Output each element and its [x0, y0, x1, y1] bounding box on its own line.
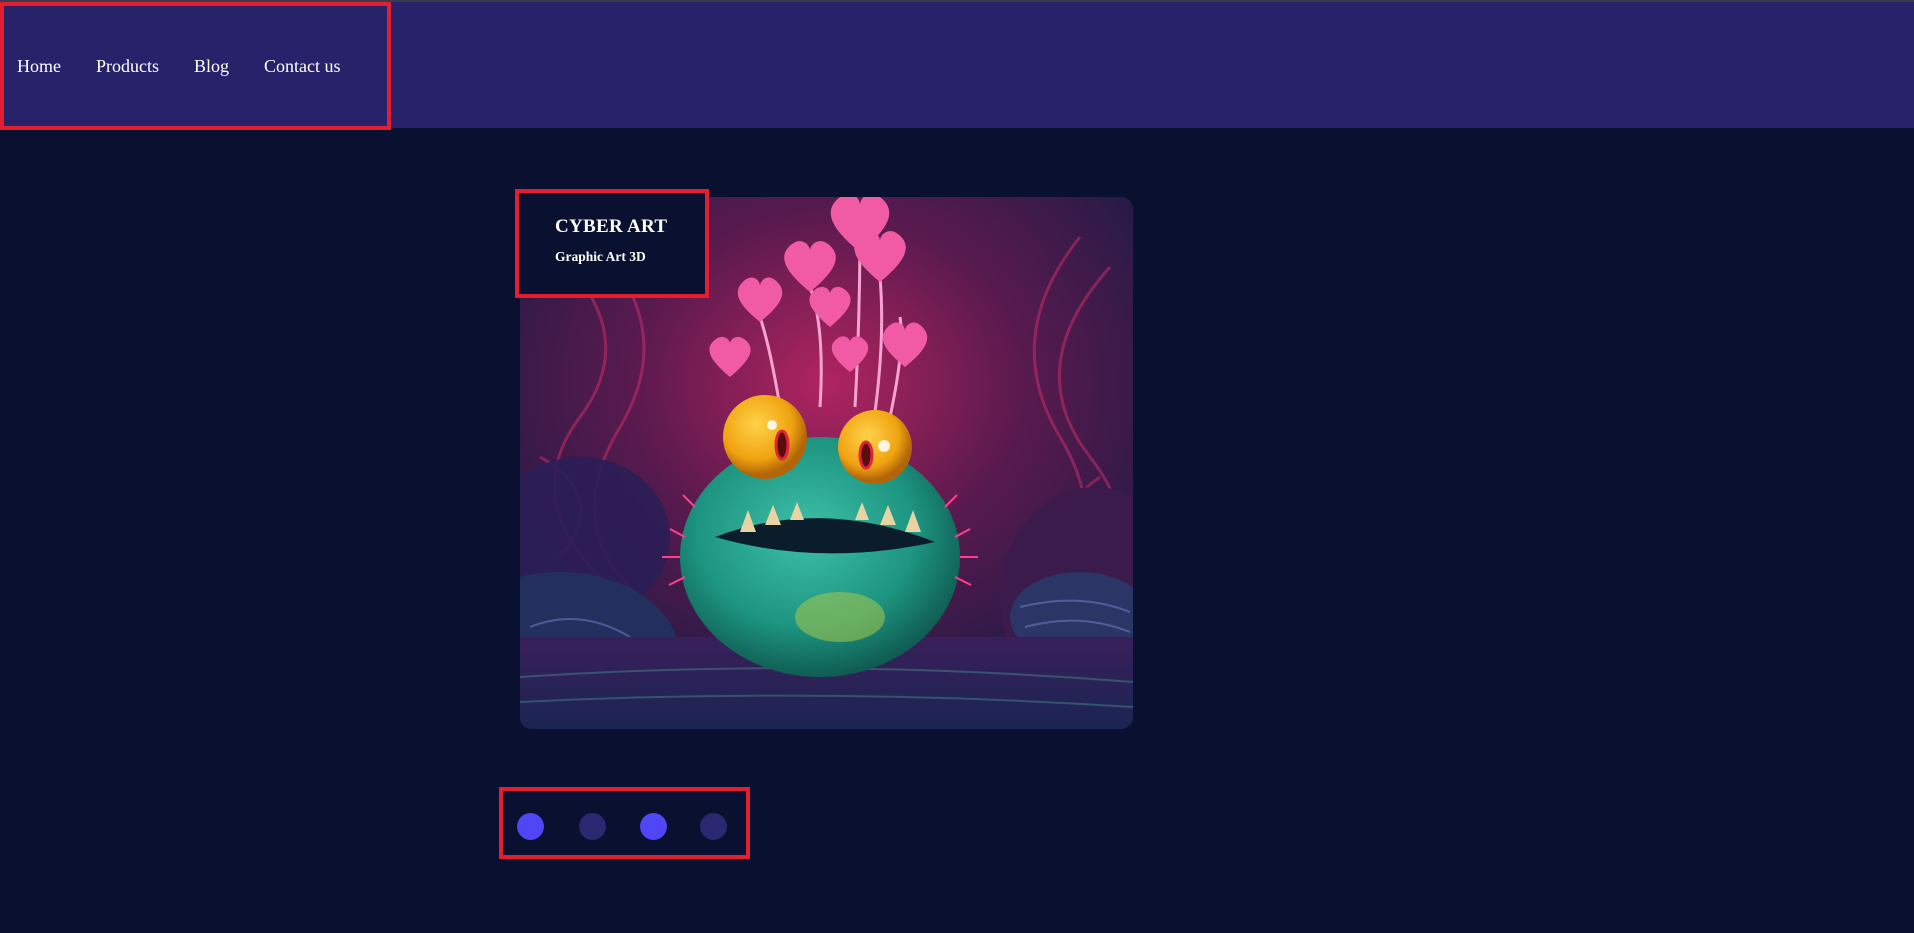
- carousel-dot-3[interactable]: [640, 813, 667, 840]
- carousel-dot-2[interactable]: [579, 813, 606, 840]
- hero-caption: CYBER ART Graphic Art 3D: [515, 189, 709, 298]
- carousel-dot-1[interactable]: [517, 813, 544, 840]
- hero-subtitle: Graphic Art 3D: [555, 249, 646, 264]
- hero-title: CYBER ART: [555, 216, 668, 237]
- carousel-pagination: [499, 787, 750, 859]
- top-navigation-bar: Home Products Blog Contact us: [0, 0, 1914, 130]
- main-nav: Home Products Blog Contact us: [0, 2, 391, 130]
- carousel-dot-4[interactable]: [700, 813, 727, 840]
- nav-link-contact-us[interactable]: Contact us: [264, 56, 341, 77]
- nav-link-blog[interactable]: Blog: [194, 56, 229, 77]
- nav-link-home[interactable]: Home: [17, 56, 61, 77]
- nav-link-products[interactable]: Products: [96, 56, 159, 77]
